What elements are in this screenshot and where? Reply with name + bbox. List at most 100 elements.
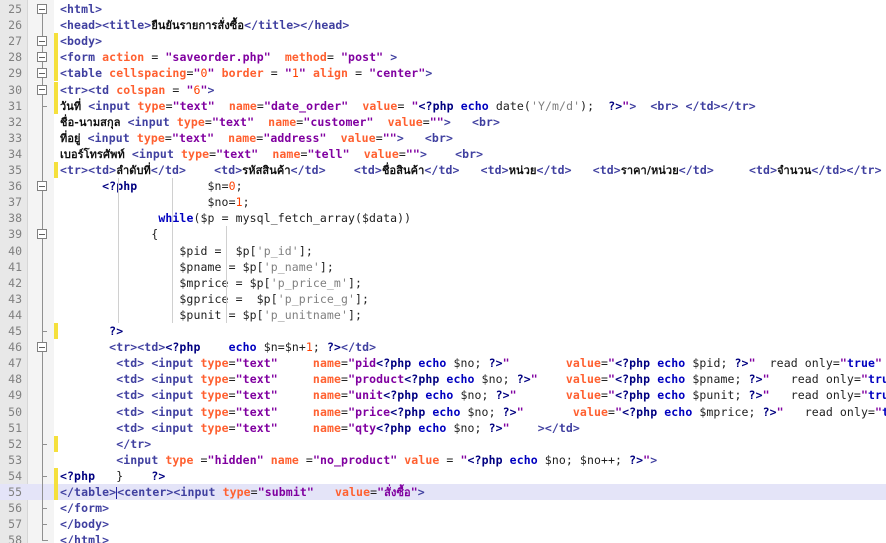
line-number: 56 [8, 501, 22, 516]
code-line[interactable]: 29 <table cellspacing="0" border = "1" al… [0, 65, 886, 82]
token-plain: ]; [355, 291, 370, 306]
code-text[interactable]: <td> <input type="text" name="qty<?php e… [60, 420, 580, 436]
code-text[interactable]: <?php } ?> [60, 468, 165, 484]
fold-collapse-icon[interactable] [37, 181, 47, 192]
code-line[interactable]: 33 ที่อยู่ <input type="text" name="addre… [0, 130, 886, 146]
code-text[interactable]: </html> [60, 532, 109, 543]
code-text[interactable]: <html> [60, 1, 102, 17]
code-line[interactable]: 57 </body> [0, 516, 886, 532]
token-plain: = [228, 388, 236, 403]
token-plain: { [60, 227, 159, 242]
code-text[interactable]: <?php $n=0; [60, 178, 243, 194]
code-line[interactable]: 35 <tr><td>ลำดับที่</td> <td>รหัสสินค้า</… [0, 162, 886, 179]
code-text[interactable]: $pid = $p['p_id']; [60, 243, 313, 259]
code-line[interactable]: 53 <input type ="hidden" name ="no_produ… [0, 452, 886, 468]
code-line[interactable]: 50 <td> <input type="text" name="price<?… [0, 404, 886, 420]
token-phpdelim: <?php [383, 388, 419, 403]
code-line[interactable]: 30 <tr><td colspan = "6"> [0, 81, 886, 98]
code-line[interactable]: 46 <tr><td><?php echo $n=$n+1; ?></td> [0, 339, 886, 355]
code-line[interactable]: 51 <td> <input type="text" name="qty<?ph… [0, 420, 886, 436]
code-text[interactable]: $gprice = $p['p_price_g']; [60, 291, 369, 307]
code-text[interactable]: วันที่ <input type="text" name="date_ord… [60, 98, 756, 115]
code-line[interactable]: 31 วันที่ <input type="text" name="date_o… [0, 97, 886, 115]
token-str: " [776, 404, 784, 419]
fold-collapse-icon[interactable] [37, 52, 47, 63]
code-text[interactable]: <tr><td>ลำดับที่</td> <td>รหัสสินค้า</td… [60, 162, 882, 179]
code-line[interactable]: 55 </table><center><input type="submit" v… [0, 484, 886, 501]
token-phpkw: true [868, 372, 886, 387]
fold-tick-icon [41, 443, 47, 445]
code-line[interactable]: 52 </tr> [0, 435, 886, 452]
code-line[interactable]: 37 $no=1; [0, 194, 886, 210]
code-text[interactable]: <tr><td colspan = "6"> [60, 82, 215, 98]
fold-collapse-icon[interactable] [37, 84, 47, 95]
code-text[interactable]: <head><title>ยืนยันรายการสั่งซื้อ</title… [60, 17, 349, 34]
code-text[interactable]: { [60, 226, 158, 242]
code-text[interactable]: ?> [60, 323, 123, 339]
fold-collapse-icon[interactable] [37, 229, 47, 240]
code-line[interactable]: 39 { [0, 226, 886, 242]
code-text[interactable]: <td> <input type="text" name="product<?p… [60, 371, 886, 387]
code-text[interactable]: <td> <input type="text" name="unit<?php … [60, 387, 886, 403]
fold-collapse-icon[interactable] [37, 342, 47, 353]
token-phpkw: true [846, 356, 876, 371]
token-phpdelim: <?php [404, 372, 440, 387]
code-text[interactable]: <td> <input type="text" name="pid<?php e… [60, 355, 886, 371]
code-text[interactable]: $no=1; [60, 194, 250, 210]
code-text[interactable]: $punit = $p['p_unitname']; [60, 307, 362, 323]
code-line[interactable]: 38 while($p = mysql_fetch_array($data)) [0, 210, 886, 226]
token-attr: name [270, 452, 299, 467]
code-text[interactable]: <form action = "saveorder.php" method= "… [60, 49, 397, 65]
code-line[interactable]: 45 ?> [0, 323, 886, 340]
code-text[interactable]: </tr> [60, 436, 151, 452]
code-line[interactable]: 49 <td> <input type="text" name="unit<?p… [0, 387, 886, 403]
code-line[interactable]: 32 ชื่อ-นามสกุล <input type="text" name="… [0, 114, 886, 130]
token-tag: <td> [353, 163, 382, 177]
code-text[interactable]: เบอร์โทรศัพท์ <input type="text" name="t… [60, 146, 483, 163]
fold-collapse-icon[interactable] [37, 4, 47, 14]
token-plain: = [228, 356, 236, 371]
code-line[interactable]: 42 $mprice = $p['p_price_m']; [0, 275, 886, 291]
code-line[interactable]: 34 เบอร์โทรศัพท์ <input type="text" name=… [0, 146, 886, 162]
code-text[interactable]: <body> [60, 33, 102, 49]
token-tag: </td></tr> [811, 163, 882, 177]
code-line[interactable]: 26 <head><title>ยืนยันรายการสั่งซื้อ</tit… [0, 17, 886, 33]
code-text[interactable]: </body> [60, 516, 109, 532]
token-tag: <head><title> [60, 18, 152, 33]
code-text[interactable]: $pname = $p['p_name']; [60, 259, 334, 275]
token-attr: type [200, 356, 229, 371]
token-str: "text" [235, 372, 278, 387]
token-attr: name [228, 130, 257, 145]
code-text[interactable]: </table><center><input type="submit" val… [60, 484, 425, 501]
code-line[interactable]: 40 $pid = $p['p_id']; [0, 243, 886, 259]
fold-collapse-icon[interactable] [37, 36, 47, 47]
code-line[interactable]: 36 <?php $n=0; [0, 178, 886, 194]
token-plain: = [601, 356, 609, 371]
code-line[interactable]: 44 $punit = $p['p_unitname']; [0, 307, 886, 323]
token-tag: > [383, 50, 398, 65]
code-line[interactable]: 25 <html> [0, 1, 886, 17]
code-text[interactable]: <table cellspacing="0" border = "1" alig… [60, 65, 432, 81]
code-line[interactable]: 41 $pname = $p['p_name']; [0, 259, 886, 275]
code-line[interactable]: 28 <form action = "saveorder.php" method=… [0, 49, 886, 66]
code-line[interactable]: 56 </form> [0, 500, 886, 516]
code-text[interactable]: <tr><td><?php echo $n=$n+1; ?></td> [60, 339, 376, 355]
code-text[interactable]: ที่อยู่ <input type="text" name="address… [60, 130, 453, 147]
code-text[interactable]: <td> <input type="text" name="price<?php… [60, 404, 886, 420]
code-text[interactable]: </form> [60, 500, 109, 516]
code-line[interactable]: 48 <td> <input type="text" name="product… [0, 371, 886, 387]
code-line[interactable]: 43 $gprice = $p['p_price_g']; [0, 291, 886, 307]
token-plain: ($p = mysql_fetch_array($data)) [193, 211, 412, 226]
code-text[interactable]: while($p = mysql_fetch_array($data)) [60, 210, 411, 226]
code-line[interactable]: 58 </html> [0, 532, 886, 543]
code-text[interactable]: <input type ="hidden" name ="no_product"… [60, 452, 657, 468]
token-num: 6 [193, 82, 201, 97]
code-line[interactable]: 27 <body> [0, 33, 886, 50]
fold-collapse-icon[interactable] [37, 68, 47, 79]
code-text[interactable]: ชื่อ-นามสกุล <input type="text" name="cu… [60, 114, 500, 131]
code-line[interactable]: 47 <td> <input type="text" name="pid<?ph… [0, 355, 886, 371]
code-editor[interactable]: 25 <html> 26 <head><title>ยืนยันรายการสั่งซ… [0, 0, 886, 543]
code-line[interactable]: 54 <?php } ?> [0, 467, 886, 484]
code-text[interactable]: $mprice = $p['p_price_m']; [60, 275, 362, 291]
